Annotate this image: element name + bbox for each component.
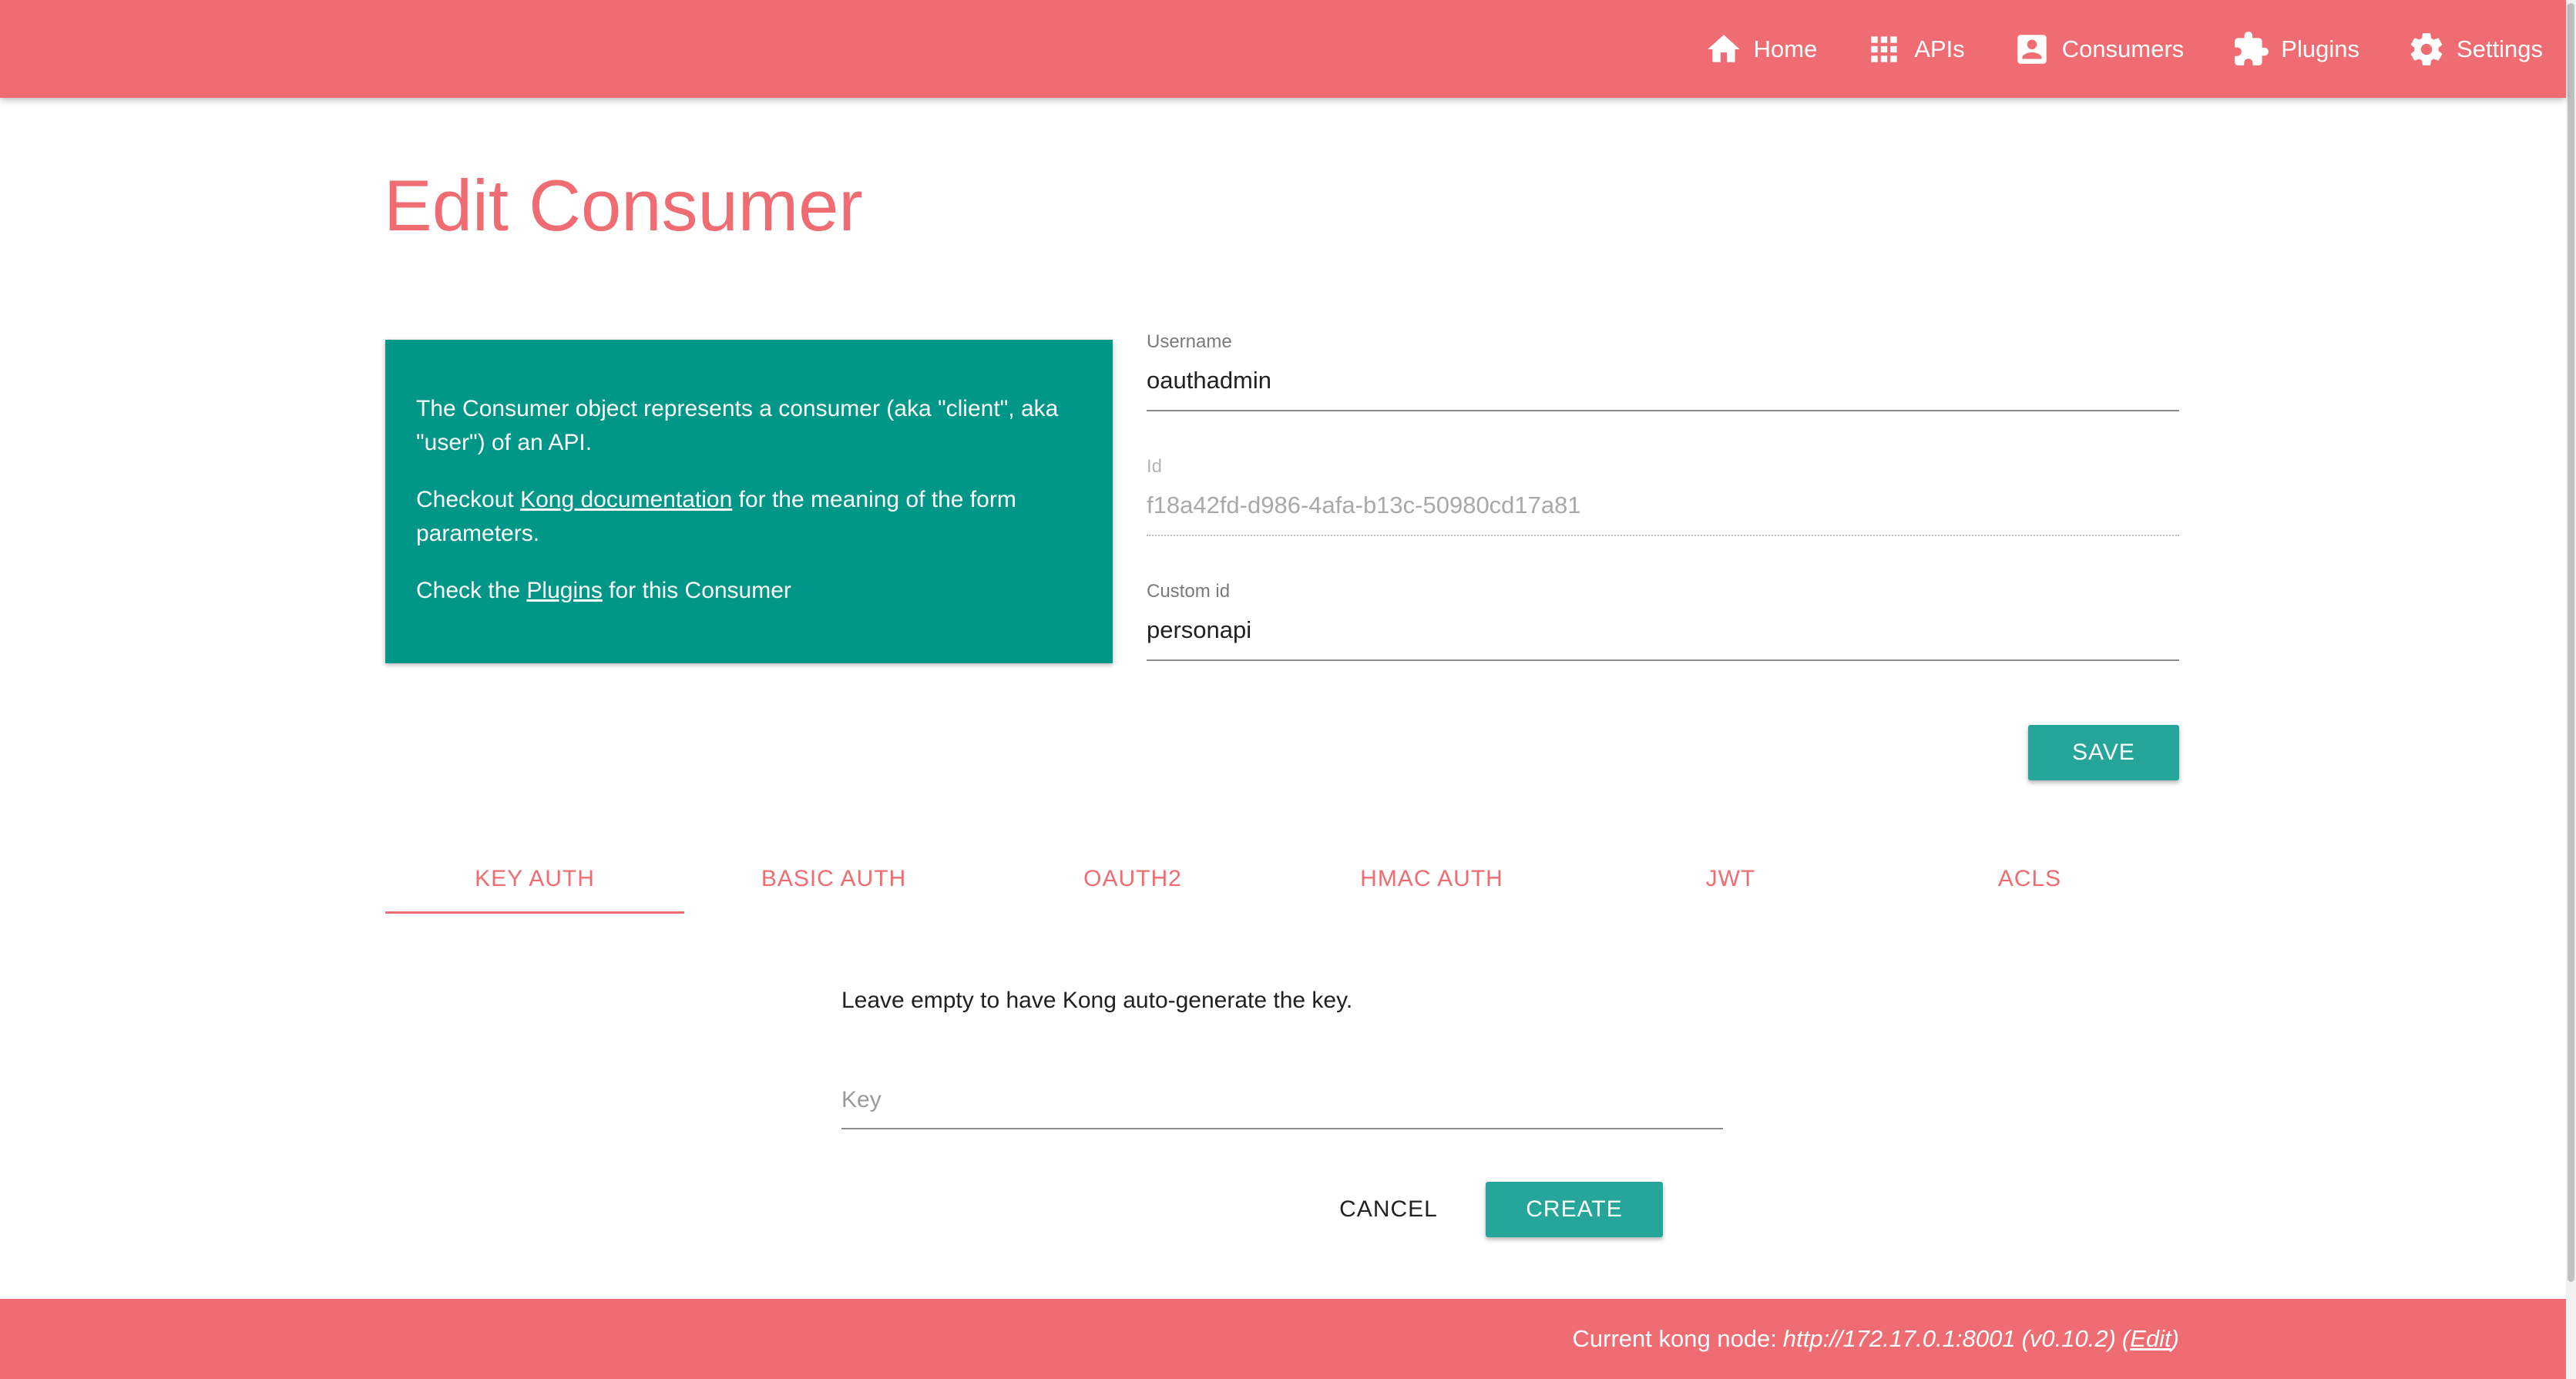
- nav-apis[interactable]: APIs: [1865, 30, 1965, 69]
- username-label: Username: [1147, 331, 1232, 352]
- apps-grid-icon: [1865, 30, 1903, 69]
- custom-id-label: Custom id: [1147, 581, 1231, 602]
- nav-apis-label: APIs: [1914, 35, 1965, 62]
- create-button[interactable]: CREATE: [1486, 1182, 1663, 1237]
- nav-home-label: Home: [1753, 35, 1818, 62]
- kong-documentation-link[interactable]: Kong documentation: [520, 487, 732, 512]
- tab-key-auth[interactable]: KEY AUTH: [385, 846, 684, 914]
- paren-close: ): [2171, 1325, 2179, 1352]
- gear-icon: [2407, 30, 2446, 69]
- save-button[interactable]: SAVE: [2028, 725, 2179, 780]
- footer: Current kong node: http://172.17.0.1:800…: [0, 1299, 2566, 1379]
- key-help-text: Leave empty to have Kong auto-generate t…: [841, 988, 1353, 1013]
- cancel-button[interactable]: CANCEL: [1322, 1182, 1455, 1237]
- top-navbar: Home APIs Consumers Plugins Settings: [0, 0, 2566, 98]
- custom-id-field[interactable]: Custom id personapi: [1147, 581, 2179, 661]
- kong-version: (v0.10.2): [2021, 1325, 2116, 1352]
- username-input[interactable]: oauthadmin: [1147, 367, 2179, 411]
- account-box-icon: [2013, 30, 2051, 69]
- tab-acls[interactable]: ACLS: [1880, 846, 2179, 914]
- id-field: Id f18a42fd-d986-4afa-b13c-50980cd17a81: [1147, 456, 2179, 536]
- nav-plugins[interactable]: Plugins: [2232, 30, 2359, 69]
- edit-node-link[interactable]: Edit: [2130, 1325, 2171, 1352]
- edit-node-group: (Edit): [2122, 1325, 2179, 1353]
- nav-consumers[interactable]: Consumers: [2013, 30, 2185, 69]
- nav-settings[interactable]: Settings: [2407, 30, 2543, 69]
- kong-node-info: Current kong node: http://172.17.0.1:800…: [1573, 1299, 2179, 1379]
- info-paragraph-3: Check the Plugins for this Consumer: [416, 574, 1082, 608]
- tab-jwt[interactable]: JWT: [1581, 846, 1880, 914]
- page-title: Edit Consumer: [384, 165, 863, 246]
- info-paragraph-1: The Consumer object represents a consume…: [416, 396, 1059, 455]
- credentials-tabs: KEY AUTH BASIC AUTH OAUTH2 HMAC AUTH JWT…: [385, 846, 2179, 914]
- main-nav: Home APIs Consumers Plugins Settings: [1704, 0, 2543, 98]
- info-text: Checkout: [416, 487, 521, 512]
- kong-node-url: http://172.17.0.1:8001: [1782, 1325, 2016, 1352]
- footer-prefix: Current kong node:: [1572, 1325, 1777, 1352]
- key-input[interactable]: [841, 1072, 1723, 1129]
- paren-open: (: [2121, 1325, 2131, 1352]
- plugins-link[interactable]: Plugins: [526, 578, 602, 603]
- consumer-info-card: The Consumer object represents a consume…: [385, 340, 1113, 663]
- home-icon: [1704, 30, 1743, 69]
- tab-basic-auth[interactable]: BASIC AUTH: [684, 846, 983, 914]
- tab-oauth2[interactable]: OAUTH2: [983, 846, 1282, 914]
- info-paragraph-2: Checkout Kong documentation for the mean…: [416, 483, 1082, 551]
- puzzle-icon: [2232, 30, 2270, 69]
- info-text: Check the: [416, 578, 527, 603]
- nav-settings-label: Settings: [2456, 35, 2543, 62]
- page-scrollbar[interactable]: [2566, 0, 2576, 1379]
- tab-hmac-auth[interactable]: HMAC AUTH: [1282, 846, 1581, 914]
- id-label: Id: [1147, 456, 1163, 477]
- username-field[interactable]: Username oauthadmin: [1147, 331, 2179, 411]
- id-input: f18a42fd-d986-4afa-b13c-50980cd17a81: [1147, 492, 2179, 536]
- nav-consumers-label: Consumers: [2061, 35, 2185, 62]
- scrollbar-thumb[interactable]: [2568, 3, 2574, 1282]
- nav-home[interactable]: Home: [1704, 30, 1818, 69]
- info-text: for this Consumer: [602, 578, 791, 603]
- nav-plugins-label: Plugins: [2281, 35, 2359, 62]
- custom-id-input[interactable]: personapi: [1147, 616, 2179, 661]
